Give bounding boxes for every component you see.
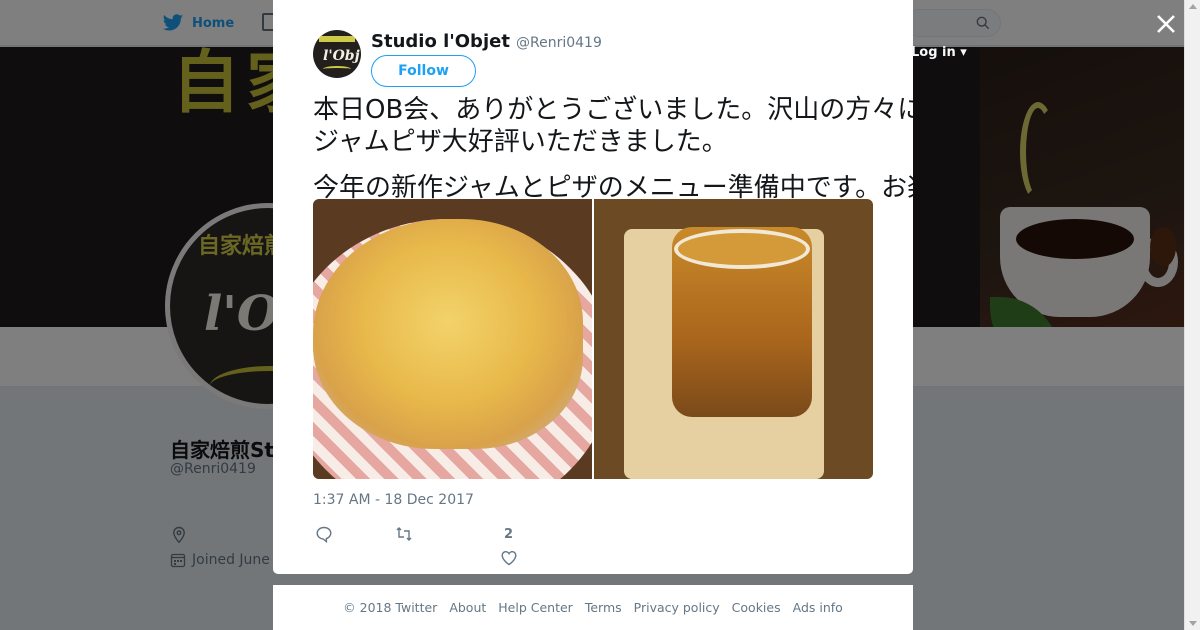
login-link[interactable]: Log in ▾ <box>911 45 967 60</box>
avatar-arc <box>323 66 351 72</box>
tweet-text-line: ジャムピザ大好評いただきました。 <box>313 127 728 157</box>
tweet-text: 本日OB会、ありがとうございました。沢山の方々にお越しいただき、 ジャムピザ大好… <box>313 94 913 204</box>
avatar-monogram: l'Obj <box>323 48 360 64</box>
scroll-down-arrow-icon[interactable] <box>1189 621 1197 626</box>
tweet-modal: l'Obj Studio l'Objet @Renri0419 Follow 本… <box>273 0 913 574</box>
login-label: Log in <box>911 45 956 60</box>
follow-button[interactable]: Follow <box>371 55 476 87</box>
retweet-button[interactable] <box>395 525 413 543</box>
retweet-icon <box>396 527 412 541</box>
scroll-up-arrow-icon[interactable] <box>1189 4 1197 9</box>
footer-link-help-center[interactable]: Help Center <box>498 600 573 615</box>
footer-copyright: © 2018 Twitter <box>343 600 438 615</box>
reply-button[interactable] <box>315 525 333 543</box>
avatar-band <box>319 36 355 42</box>
author-handle[interactable]: @Renri0419 <box>516 35 602 51</box>
footer-link-terms[interactable]: Terms <box>585 600 622 615</box>
author-avatar[interactable]: l'Obj <box>313 30 361 78</box>
pizza-graphic <box>313 219 583 449</box>
jar-rim-graphic <box>674 229 810 269</box>
footer-link-ads-info[interactable]: Ads info <box>793 600 843 615</box>
tweet-media <box>313 199 873 479</box>
tweet-timestamp[interactable]: 1:37 AM - 18 Dec 2017 <box>313 492 474 508</box>
heart-icon <box>501 550 517 566</box>
tweet-text-line: 本日OB会、ありがとうございました。沢山の方々にお越しいただき、 <box>313 95 913 125</box>
like-button[interactable] <box>500 549 518 567</box>
jam-jar-photo[interactable] <box>594 199 873 479</box>
pizza-photo[interactable] <box>313 199 592 479</box>
page-scrollbar[interactable] <box>1184 0 1200 630</box>
like-count: 2 <box>504 527 514 542</box>
footer: © 2018 Twitter About Help Center Terms P… <box>273 585 913 630</box>
close-icon[interactable] <box>1152 10 1180 38</box>
author-name[interactable]: Studio l'Objet <box>371 31 510 52</box>
footer-link-cookies[interactable]: Cookies <box>732 600 781 615</box>
footer-link-about[interactable]: About <box>449 600 486 615</box>
reply-icon <box>316 526 332 543</box>
footer-link-privacy[interactable]: Privacy policy <box>634 600 720 615</box>
